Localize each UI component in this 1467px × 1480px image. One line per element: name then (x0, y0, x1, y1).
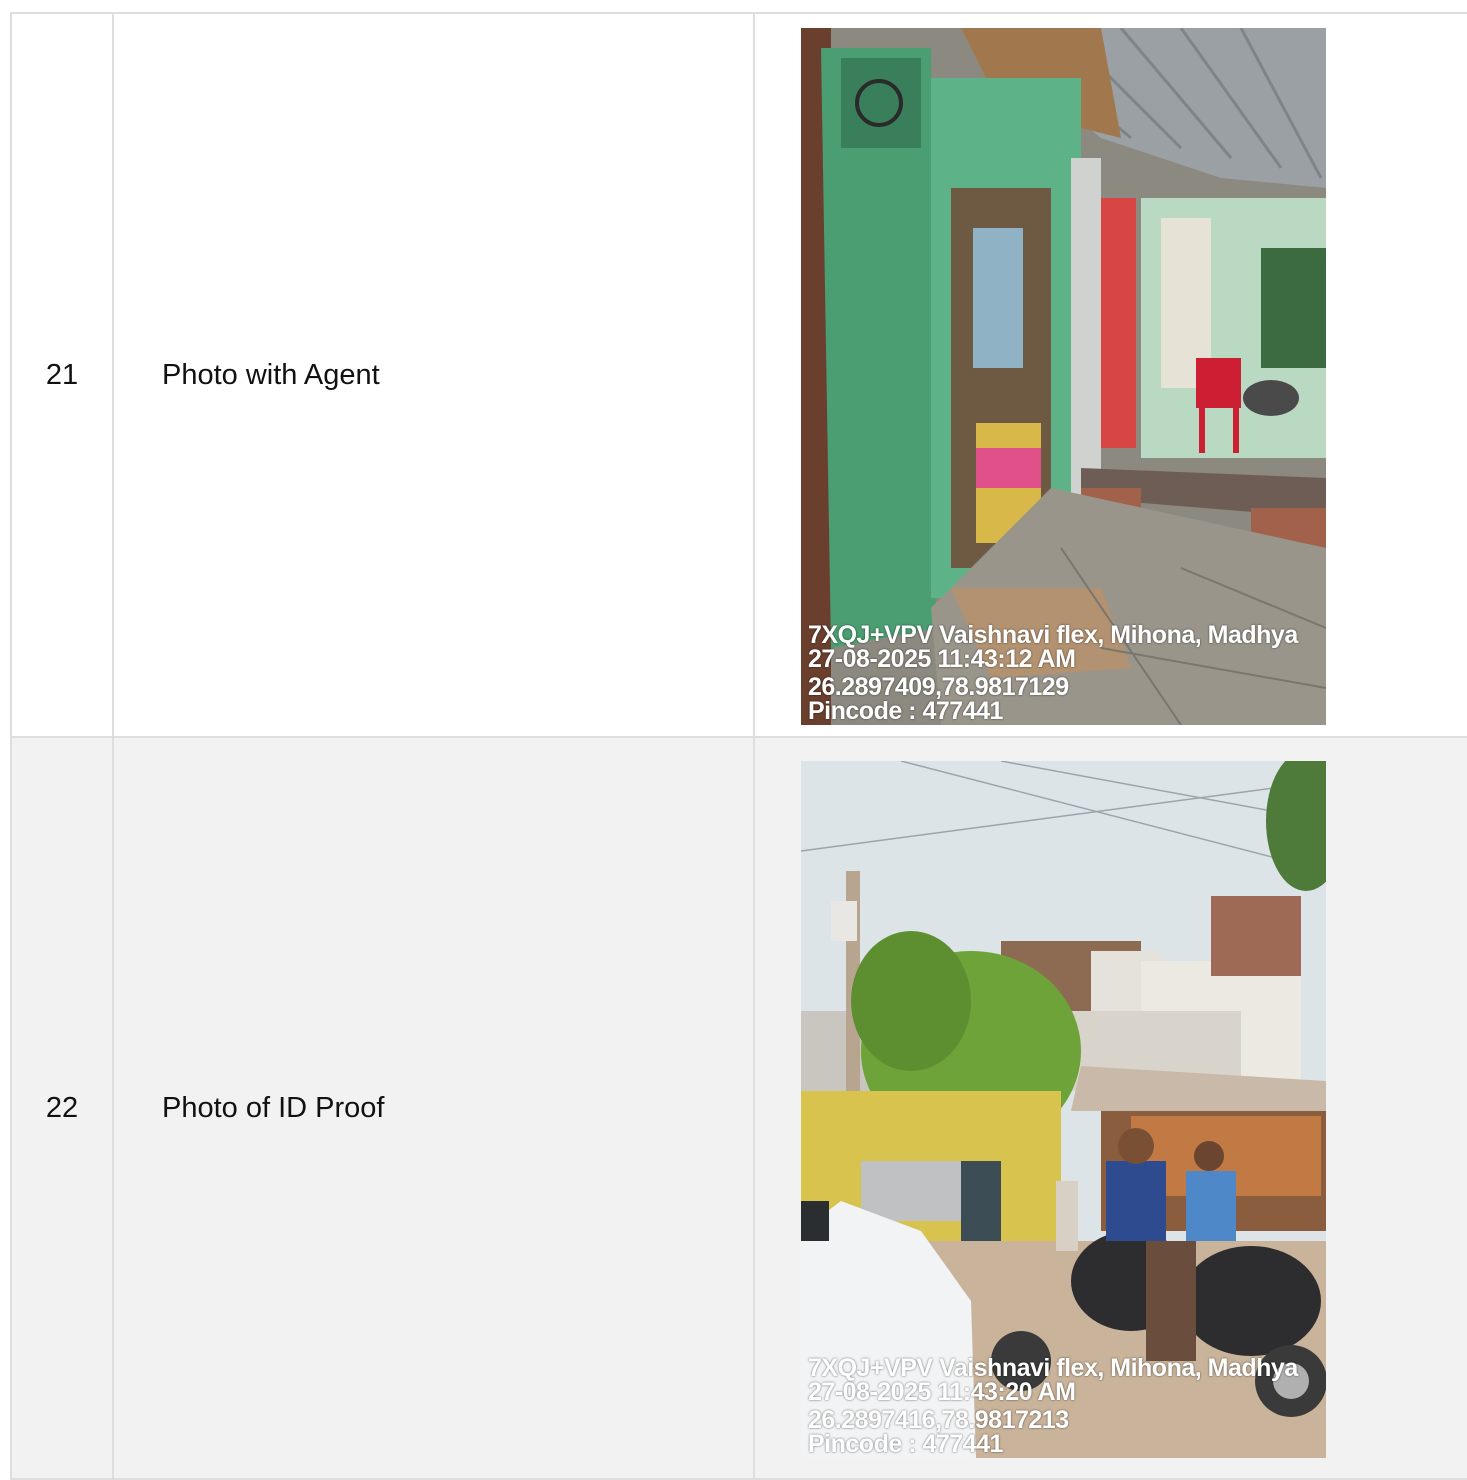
serial-number: 22 (10, 736, 114, 1480)
geotag-coordinates: 26.2897409,78.9817129 (808, 672, 1069, 701)
photo-geotag-overlay: 7XQJ+VPV Vaishnavi flex, Mihona, Madhya … (808, 1353, 1298, 1458)
row-label: Photo with Agent (112, 12, 755, 738)
photo-cell: 7XQJ+VPV Vaishnavi flex, Mihona, Madhya … (753, 12, 1467, 738)
street-scene-image (801, 760, 1326, 1458)
table-row: 22 Photo of ID Proof 7XQJ+VPV Vaishnavi … (10, 736, 1467, 1480)
serial-number: 21 (10, 12, 114, 738)
shop-photo: 7XQJ+VPV Vaishnavi flex, Mihona, Madhya … (801, 27, 1326, 725)
shop-scene-image (801, 27, 1326, 725)
geotag-coordinates: 26.2897416,78.9817213 (808, 1405, 1069, 1434)
geotag-pincode: Pincode : 477441 (808, 696, 1003, 725)
photo-cell: 7XQJ+VPV Vaishnavi flex, Mihona, Madhya … (753, 736, 1467, 1480)
table-row: 21 Photo with Agent 7XQJ+VPV Vaishnavi f… (10, 12, 1467, 738)
geotag-pincode: Pincode : 477441 (808, 1429, 1003, 1458)
street-photo: 7XQJ+VPV Vaishnavi flex, Mihona, Madhya … (801, 760, 1326, 1458)
document-table: 21 Photo with Agent 7XQJ+VPV Vaishnavi f… (10, 12, 1467, 1480)
geotag-address: 7XQJ+VPV Vaishnavi flex, Mihona, Madhya (808, 620, 1298, 649)
geotag-datetime: 27-08-2025 11:43:20 AM (808, 1377, 1076, 1406)
geotag-address: 7XQJ+VPV Vaishnavi flex, Mihona, Madhya (808, 1353, 1298, 1382)
geotag-datetime: 27-08-2025 11:43:12 AM (808, 644, 1076, 673)
row-label: Photo of ID Proof (112, 736, 755, 1480)
photo-geotag-overlay: 7XQJ+VPV Vaishnavi flex, Mihona, Madhya … (808, 620, 1298, 725)
